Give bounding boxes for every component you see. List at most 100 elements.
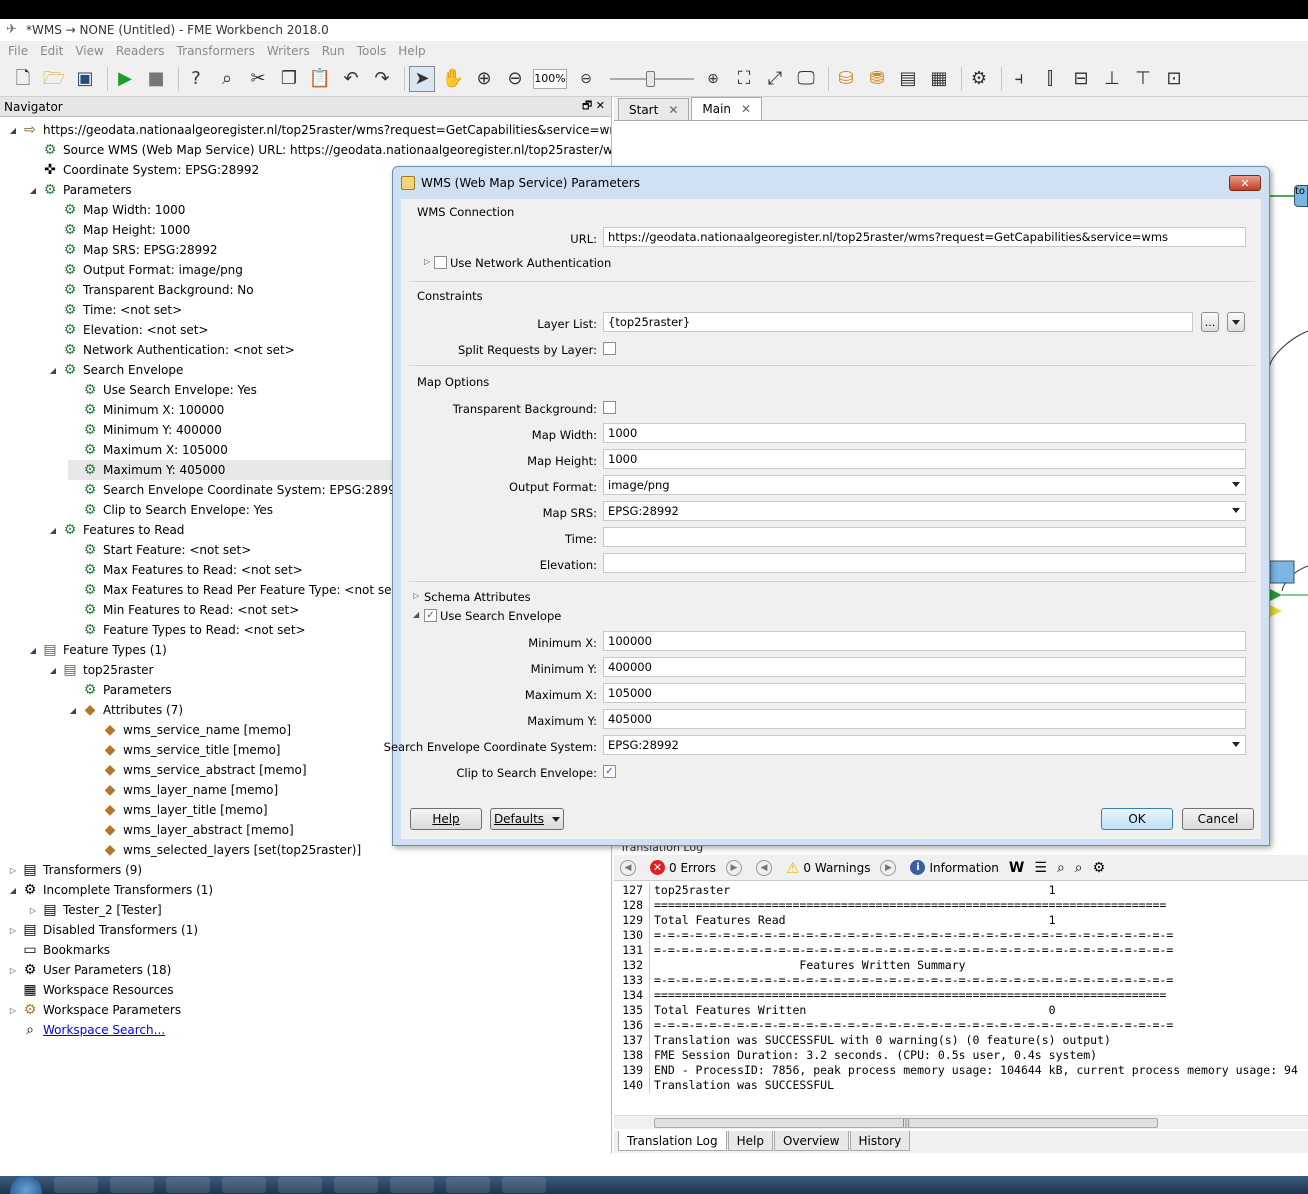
inspect-icon[interactable]: ⚙ [966, 66, 992, 92]
taskbar-item[interactable] [278, 1177, 322, 1193]
max-y-input[interactable]: 405000 [603, 709, 1246, 729]
menu-item-tools[interactable]: Tools [357, 44, 387, 58]
warnings-filter[interactable]: ⚠ 0 Warnings [786, 859, 871, 877]
tree-row[interactable]: ⚙ Feature Types to Read: <not set> [68, 620, 306, 640]
tree-row[interactable]: ◢ ◆ Attributes (7) [68, 700, 183, 720]
collapse-arrow-icon[interactable]: ◢ [413, 610, 419, 619]
split-requests-checkbox[interactable] [603, 342, 616, 355]
url-input[interactable]: https://geodata.nationaalgeoregister.nl/… [603, 227, 1246, 247]
add-reader-icon[interactable]: ⛁ [833, 66, 859, 92]
expand-arrow-icon[interactable]: ▷ [8, 866, 18, 875]
bottom-tab-help[interactable]: Help [727, 1131, 773, 1151]
word-wrap-button[interactable]: W [1009, 860, 1024, 876]
align-left-icon[interactable]: ⫞ [1006, 66, 1032, 92]
tab-main[interactable]: Main ✕ [691, 97, 763, 120]
start-orb-icon[interactable] [10, 1176, 42, 1194]
output-format-select[interactable]: image/png [603, 475, 1246, 495]
menu-item-file[interactable]: File [8, 44, 28, 58]
taskbar-item[interactable] [110, 1177, 154, 1193]
monitor-icon[interactable]: 🖵 [793, 66, 819, 92]
tree-row[interactable]: ⚙ Max Features to Read: <not set> [68, 560, 303, 580]
copy-icon[interactable]: ❐ [276, 66, 302, 92]
run-icon[interactable]: ▶ [112, 66, 138, 92]
bottom-tab-translation-log[interactable]: Translation Log [618, 1131, 727, 1151]
expand-arrow-icon[interactable]: ◢ [48, 526, 58, 535]
output-port-icon[interactable] [1270, 589, 1282, 601]
cancel-button[interactable]: Cancel [1182, 808, 1254, 830]
menu-item-view[interactable]: View [75, 44, 103, 58]
line-numbers-button[interactable]: ☰ [1034, 860, 1047, 876]
menu-item-edit[interactable]: Edit [40, 44, 63, 58]
tree-row[interactable]: ✜ Coordinate System: EPSG:28992 [28, 160, 259, 180]
tree-row[interactable]: ⚙ Source WMS (Web Map Service) URL: https… [28, 140, 611, 160]
tree-row[interactable]: ⚙ Network Authentication: <not set> [48, 340, 295, 360]
zoom-extents-icon[interactable]: ⛶ [731, 66, 757, 92]
tree-row[interactable]: ⚙ Use Search Envelope: Yes [68, 380, 257, 400]
tree-row[interactable]: ◆ wms_selected_layers [set(top25raster)] [88, 840, 362, 860]
zoom-plus-icon[interactable]: ⊕ [700, 66, 726, 92]
tree-row[interactable]: ⚙ Map Width: 1000 [48, 200, 186, 220]
expand-arrow-icon[interactable]: ◢ [8, 126, 18, 135]
paste-icon[interactable]: 📋 [307, 66, 333, 92]
min-y-input[interactable]: 400000 [603, 657, 1246, 677]
tree-row[interactable]: ▷ ▤ Transformers (9) [8, 860, 142, 880]
tree-row[interactable]: ⚙ Start Feature: <not set> [68, 540, 252, 560]
panel-controls[interactable]: 🗗 ✕ [582, 97, 605, 116]
pan-hand-icon[interactable]: ✋ [440, 66, 466, 92]
tree-row[interactable]: ▭ Bookmarks [8, 940, 110, 960]
expand-arrow-icon[interactable]: ▷ [8, 966, 18, 975]
time-input[interactable] [603, 527, 1246, 547]
distribute-icon[interactable]: ⊤ [1130, 66, 1156, 92]
tree-row[interactable]: ◢ ▤ top25raster [48, 660, 154, 680]
tree-row[interactable]: ◆ wms_layer_title [memo] [88, 800, 268, 820]
tree-row[interactable]: ⚙ Elevation: <not set> [48, 320, 209, 340]
tree-row[interactable]: ◆ wms_service_title [memo] [88, 740, 281, 760]
log-settings-gear-icon[interactable]: ⚙ [1093, 860, 1106, 876]
close-icon[interactable]: ✕ [741, 102, 751, 116]
taskbar-item[interactable] [446, 1177, 490, 1193]
expand-arrow-icon[interactable]: ◢ [48, 366, 58, 375]
undo-icon[interactable]: ↶ [338, 66, 364, 92]
add-transformer-icon[interactable]: ▤ [895, 66, 921, 92]
close-icon[interactable]: ✕ [668, 103, 678, 117]
tree-row[interactable]: ◢ ⚙ Parameters [28, 180, 132, 200]
tree-row[interactable]: ⚙ Max Features to Read Per Feature Type: … [68, 580, 407, 600]
log-prev-warning[interactable]: ◀ [755, 859, 776, 876]
zoom-minus-icon[interactable]: ⊖ [573, 66, 599, 92]
new-file-icon[interactable]: 🗋 [10, 66, 36, 92]
tree-row[interactable]: ⚙ Map SRS: EPSG:28992 [48, 240, 218, 260]
log-next-button[interactable]: ▶ [725, 859, 746, 876]
select-pointer-icon[interactable]: ➤ [409, 65, 435, 92]
expand-arrow-icon[interactable]: ▷ [8, 1006, 18, 1015]
expand-arrow-icon[interactable]: ▷ [413, 591, 419, 600]
map-width-input[interactable]: 1000 [603, 423, 1246, 443]
network-auth-checkbox[interactable] [434, 256, 447, 269]
taskbar-item[interactable] [54, 1177, 98, 1193]
max-x-input[interactable]: 105000 [603, 683, 1246, 703]
align-middle-icon[interactable]: ⊟ [1068, 66, 1094, 92]
expand-arrow-icon[interactable]: ◢ [68, 706, 78, 715]
expand-arrow-icon[interactable]: ◢ [28, 186, 38, 195]
menu-item-readers[interactable]: Readers [116, 44, 165, 58]
taskbar-item[interactable] [222, 1177, 266, 1193]
information-filter[interactable]: i Information [910, 860, 999, 875]
zoom-in-icon[interactable]: ⊕ [471, 66, 497, 92]
ok-button[interactable]: OK [1101, 808, 1173, 830]
menu-item-help[interactable]: Help [398, 44, 425, 58]
envelope-cs-select[interactable]: EPSG:28992 [603, 735, 1246, 755]
taskbar-item[interactable] [390, 1177, 434, 1193]
expand-arrow-icon[interactable]: ▷ [8, 926, 18, 935]
tree-row[interactable]: ⚙ Maximum X: 105000 [68, 440, 228, 460]
tree-row[interactable]: ⚙ Minimum X: 100000 [68, 400, 225, 420]
log-filter-icon[interactable]: ⌕ [1075, 860, 1083, 876]
add-writer-icon[interactable]: ⛃ [864, 66, 890, 92]
errors-filter[interactable]: ✕ 0 Errors [650, 860, 716, 875]
help-button[interactable]: Help [410, 808, 482, 830]
tree-row[interactable]: ⚙ Transparent Background: No [48, 280, 254, 300]
map-height-input[interactable]: 1000 [603, 449, 1246, 469]
clip-checkbox[interactable]: ✓ [603, 765, 616, 778]
zoom-slider-thumb[interactable] [646, 70, 655, 87]
transformer-node[interactable] [1269, 560, 1295, 584]
log-text[interactable]: 127 top25raster 1 128 =====================… [614, 881, 1308, 1113]
menu-item-transformers[interactable]: Transformers [177, 44, 255, 58]
